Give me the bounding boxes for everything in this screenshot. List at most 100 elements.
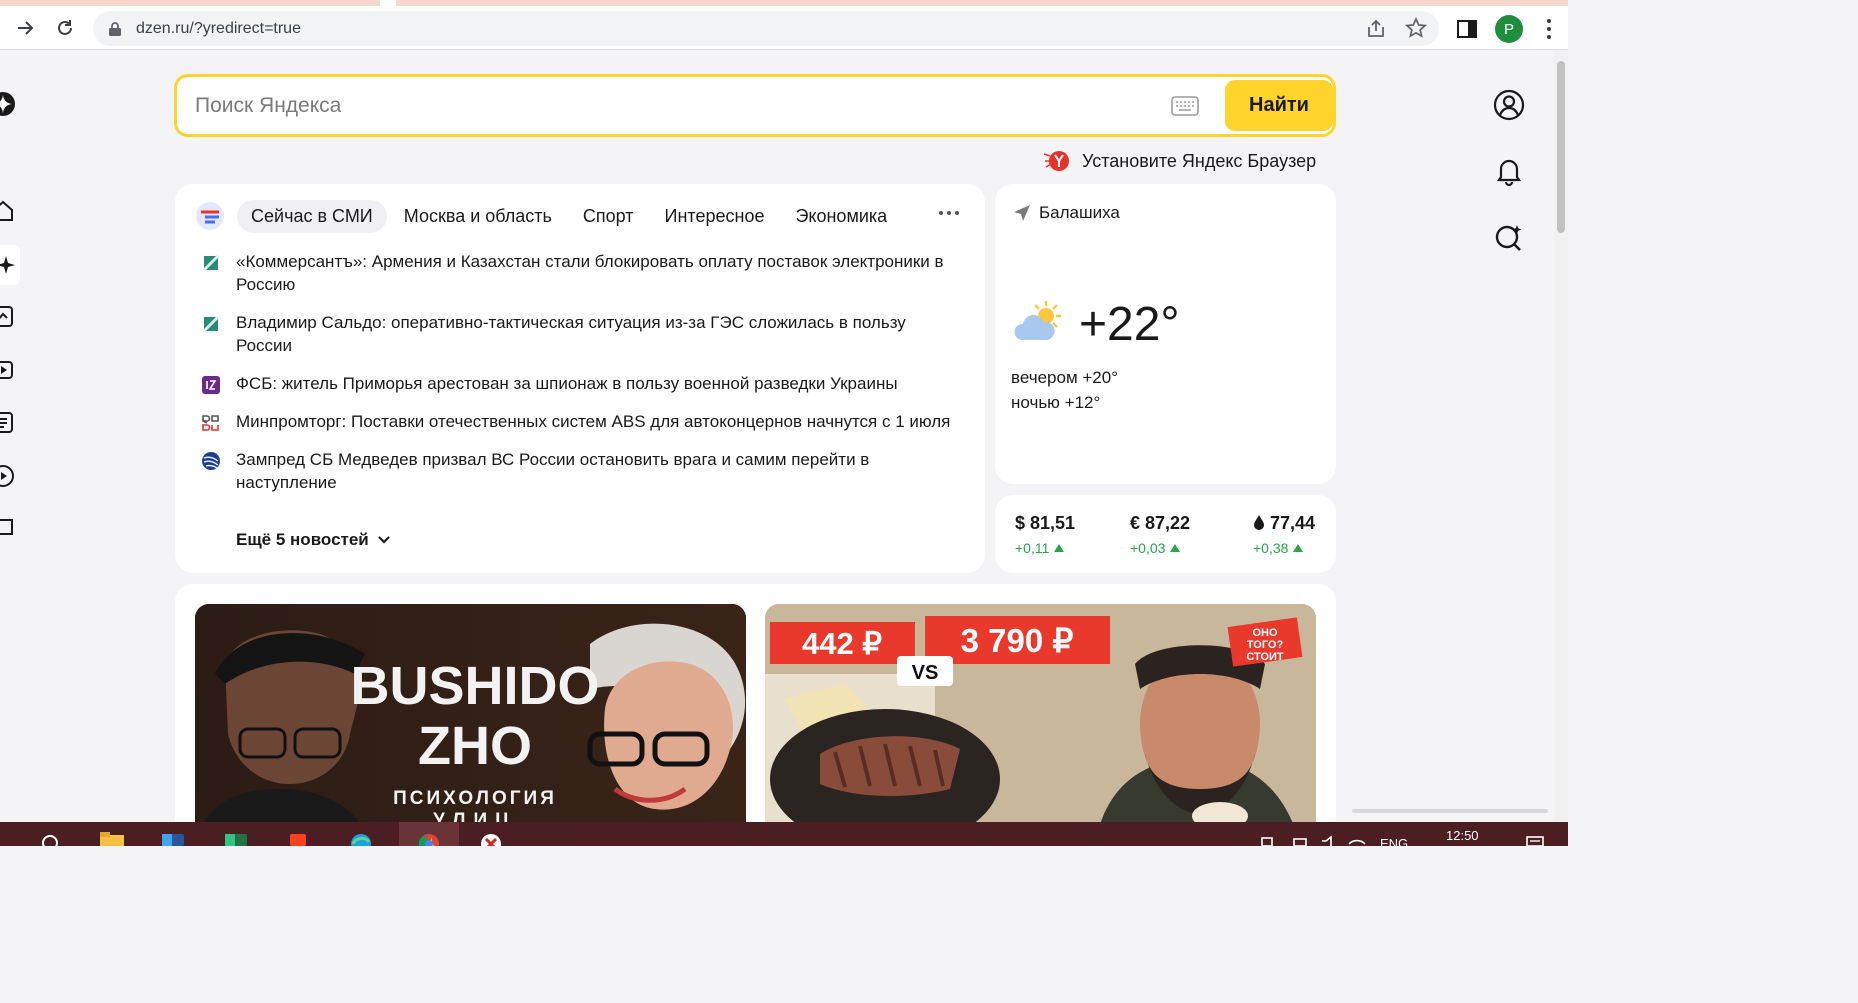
keyboard-language[interactable]: ENG (1380, 836, 1408, 851)
video-icon[interactable] (0, 357, 16, 383)
browser-menu-icon[interactable] (1546, 18, 1552, 40)
tray-wifi-icon[interactable] (1344, 831, 1370, 846)
rate-change-value: +0,11 (1015, 540, 1050, 556)
search-input[interactable] (195, 90, 1095, 122)
weather-location[interactable]: Балашиха (1013, 203, 1120, 223)
rate-oil[interactable]: 77,44 +0,38 (1253, 513, 1315, 556)
current-temperature: +22° (1079, 298, 1180, 351)
tab-now-in-media[interactable]: Сейчас в СМИ (237, 199, 387, 233)
promo-text[interactable]: Установите Яндекс Браузер (1082, 151, 1316, 172)
address-bar[interactable]: dzen.ru/?yredirect=true (93, 11, 1439, 46)
currency-rates-widget[interactable]: $ 81,51 +0,11 € 87,22 +0,03 77,44 +0,38 (995, 495, 1336, 573)
news-headline[interactable]: Зампред СБ Медведев призвал ВС России ос… (236, 450, 869, 492)
news-item[interactable]: Минпромторг: Поставки отечественных сист… (199, 410, 959, 433)
reload-icon (58, 20, 72, 35)
bookmark-star-icon[interactable] (1405, 17, 1427, 39)
rate-value: $ 81,51 (1015, 513, 1076, 533)
news-tabs: Сейчас в СМИ Москва и область Спорт Инте… (195, 199, 904, 233)
notification-center-icon[interactable] (1522, 831, 1548, 846)
file-explorer-icon[interactable] (99, 831, 125, 846)
browser-toolbar: dzen.ru/?yredirect=true P (0, 6, 1568, 50)
app-x-icon[interactable] (478, 831, 504, 846)
side-panel-icon[interactable] (1455, 17, 1479, 41)
tab-sport[interactable]: Спорт (569, 200, 648, 233)
news-headline[interactable]: ФСБ: житель Приморья арестован за шпиона… (236, 374, 898, 393)
sidebar-item-sparkle[interactable] (0, 245, 20, 285)
tray-volume-icon[interactable] (1316, 831, 1342, 846)
bushido-zho-thumbnail-art: BUSHIDO ZHO ПСИХОЛОГИЯ УЛИЦ (195, 604, 746, 844)
alice-search-icon[interactable] (1493, 222, 1525, 254)
search-button[interactable]: Найти (1225, 80, 1333, 131)
tab-moscow-region[interactable]: Москва и область (390, 200, 566, 233)
virtual-keyboard-icon[interactable] (1171, 96, 1199, 116)
news-headline[interactable]: Владимир Сальдо: оперативно-тактическая … (236, 313, 906, 355)
tab-economy[interactable]: Экономика (781, 199, 902, 233)
rate-change-value: +0,03 (1130, 540, 1166, 556)
share-icon[interactable] (1365, 18, 1387, 40)
reload-button[interactable] (49, 12, 81, 44)
url-text[interactable]: dzen.ru/?yredirect=true (136, 20, 301, 38)
more-tabs-icon[interactable] (938, 210, 960, 216)
night-forecast: ночью +12° (1011, 393, 1101, 412)
feed-video-thumbnail[interactable]: 442 ₽ 3 790 ₽ VS ОНО ТОГО? СТОИТ (765, 604, 1316, 844)
left-navigation-rail (0, 51, 28, 822)
rate-value: 77,44 (1270, 513, 1316, 533)
tab-interesting[interactable]: Интересное (651, 200, 779, 233)
rate-change: +0,38 (1253, 540, 1315, 556)
more-news-button[interactable]: Ещё 5 новостей (236, 530, 391, 550)
yandex-news-logo-icon (196, 202, 224, 230)
notifications-bell-icon[interactable] (1493, 155, 1525, 187)
user-profile-icon[interactable] (1493, 89, 1525, 121)
rate-change: +0,11 (1015, 540, 1075, 556)
page-scrollbar[interactable] (1554, 51, 1568, 822)
feed-title-line2: ZHO (418, 716, 532, 776)
rate-value-row: 77,44 (1253, 513, 1315, 534)
content-feed: BUSHIDO ZHO ПСИХОЛОГИЯ УЛИЦ 442 ₽ 3 790 … (175, 584, 1336, 844)
news-headline[interactable]: «Коммерсантъ»: Армения и Казахстан стали… (236, 252, 944, 294)
word-icon[interactable] (160, 831, 186, 846)
location-name: Балашиха (1039, 203, 1120, 222)
sparkle-icon (0, 256, 15, 274)
location-arrow-icon (1014, 205, 1030, 221)
feed-video-thumbnail[interactable]: BUSHIDO ZHO ПСИХОЛОГИЯ УЛИЦ (195, 604, 746, 844)
chrome-icon (418, 834, 439, 846)
news-item[interactable]: Зампред СБ Медведев призвал ВС России ос… (199, 448, 959, 494)
more-news-label[interactable]: Ещё 5 новостей (236, 530, 369, 550)
izvestia-icon (202, 376, 220, 394)
evening-forecast: вечером +20° (1011, 368, 1118, 387)
play-circle-icon[interactable] (0, 463, 16, 489)
search-icon[interactable] (37, 831, 63, 846)
feed-title-line1: BUSHIDO (350, 656, 599, 716)
news-list-icon[interactable] (0, 410, 16, 436)
rate-change-value: +0,38 (1253, 540, 1289, 556)
feed-badge-line2: ТОГО? (1247, 639, 1284, 651)
rate-usd[interactable]: $ 81,51 +0,11 (1015, 513, 1075, 556)
chat-icon[interactable] (0, 516, 16, 542)
forward-button[interactable] (9, 12, 41, 44)
clock-time[interactable]: 12:50 (1446, 828, 1479, 843)
weather-widget[interactable]: Балашиха +22° вечером +20° ночью +12° (995, 184, 1336, 484)
feed-badge-line1: ОНО (1252, 627, 1278, 639)
news-item[interactable]: ФСБ: житель Приморья арестован за шпиона… (199, 372, 959, 395)
profile-avatar[interactable]: P (1495, 15, 1523, 43)
news-headline[interactable]: Минпромторг: Поставки отечественных сист… (236, 412, 950, 431)
partly-cloudy-icon (1014, 301, 1061, 340)
rate-eur[interactable]: € 87,22 +0,03 (1130, 513, 1190, 556)
tray-network-icon[interactable] (1287, 831, 1313, 846)
articles-icon[interactable] (0, 304, 16, 330)
feed-price-left: 442 ₽ (802, 626, 882, 661)
excel-icon[interactable] (223, 831, 249, 846)
install-browser-promo[interactable]: Установите Яндекс Браузер (1042, 148, 1316, 174)
dzen-logo-icon[interactable] (0, 91, 16, 117)
edge-icon[interactable] (348, 831, 374, 846)
taskbar-active-app[interactable] (399, 822, 459, 846)
home-icon[interactable] (0, 198, 16, 224)
price-comparison-thumbnail-art: 442 ₽ 3 790 ₽ VS ОНО ТОГО? СТОИТ (765, 604, 1316, 844)
news-item[interactable]: «Коммерсантъ»: Армения и Казахстан стали… (199, 250, 959, 296)
tray-device-icon[interactable] (1254, 831, 1280, 846)
kommersant-icon (202, 254, 220, 272)
yandex-icon[interactable] (285, 831, 311, 846)
scrollbar-thumb[interactable] (1557, 61, 1565, 233)
up-arrow-icon (1054, 544, 1065, 552)
news-item[interactable]: Владимир Сальдо: оперативно-тактическая … (199, 311, 959, 357)
